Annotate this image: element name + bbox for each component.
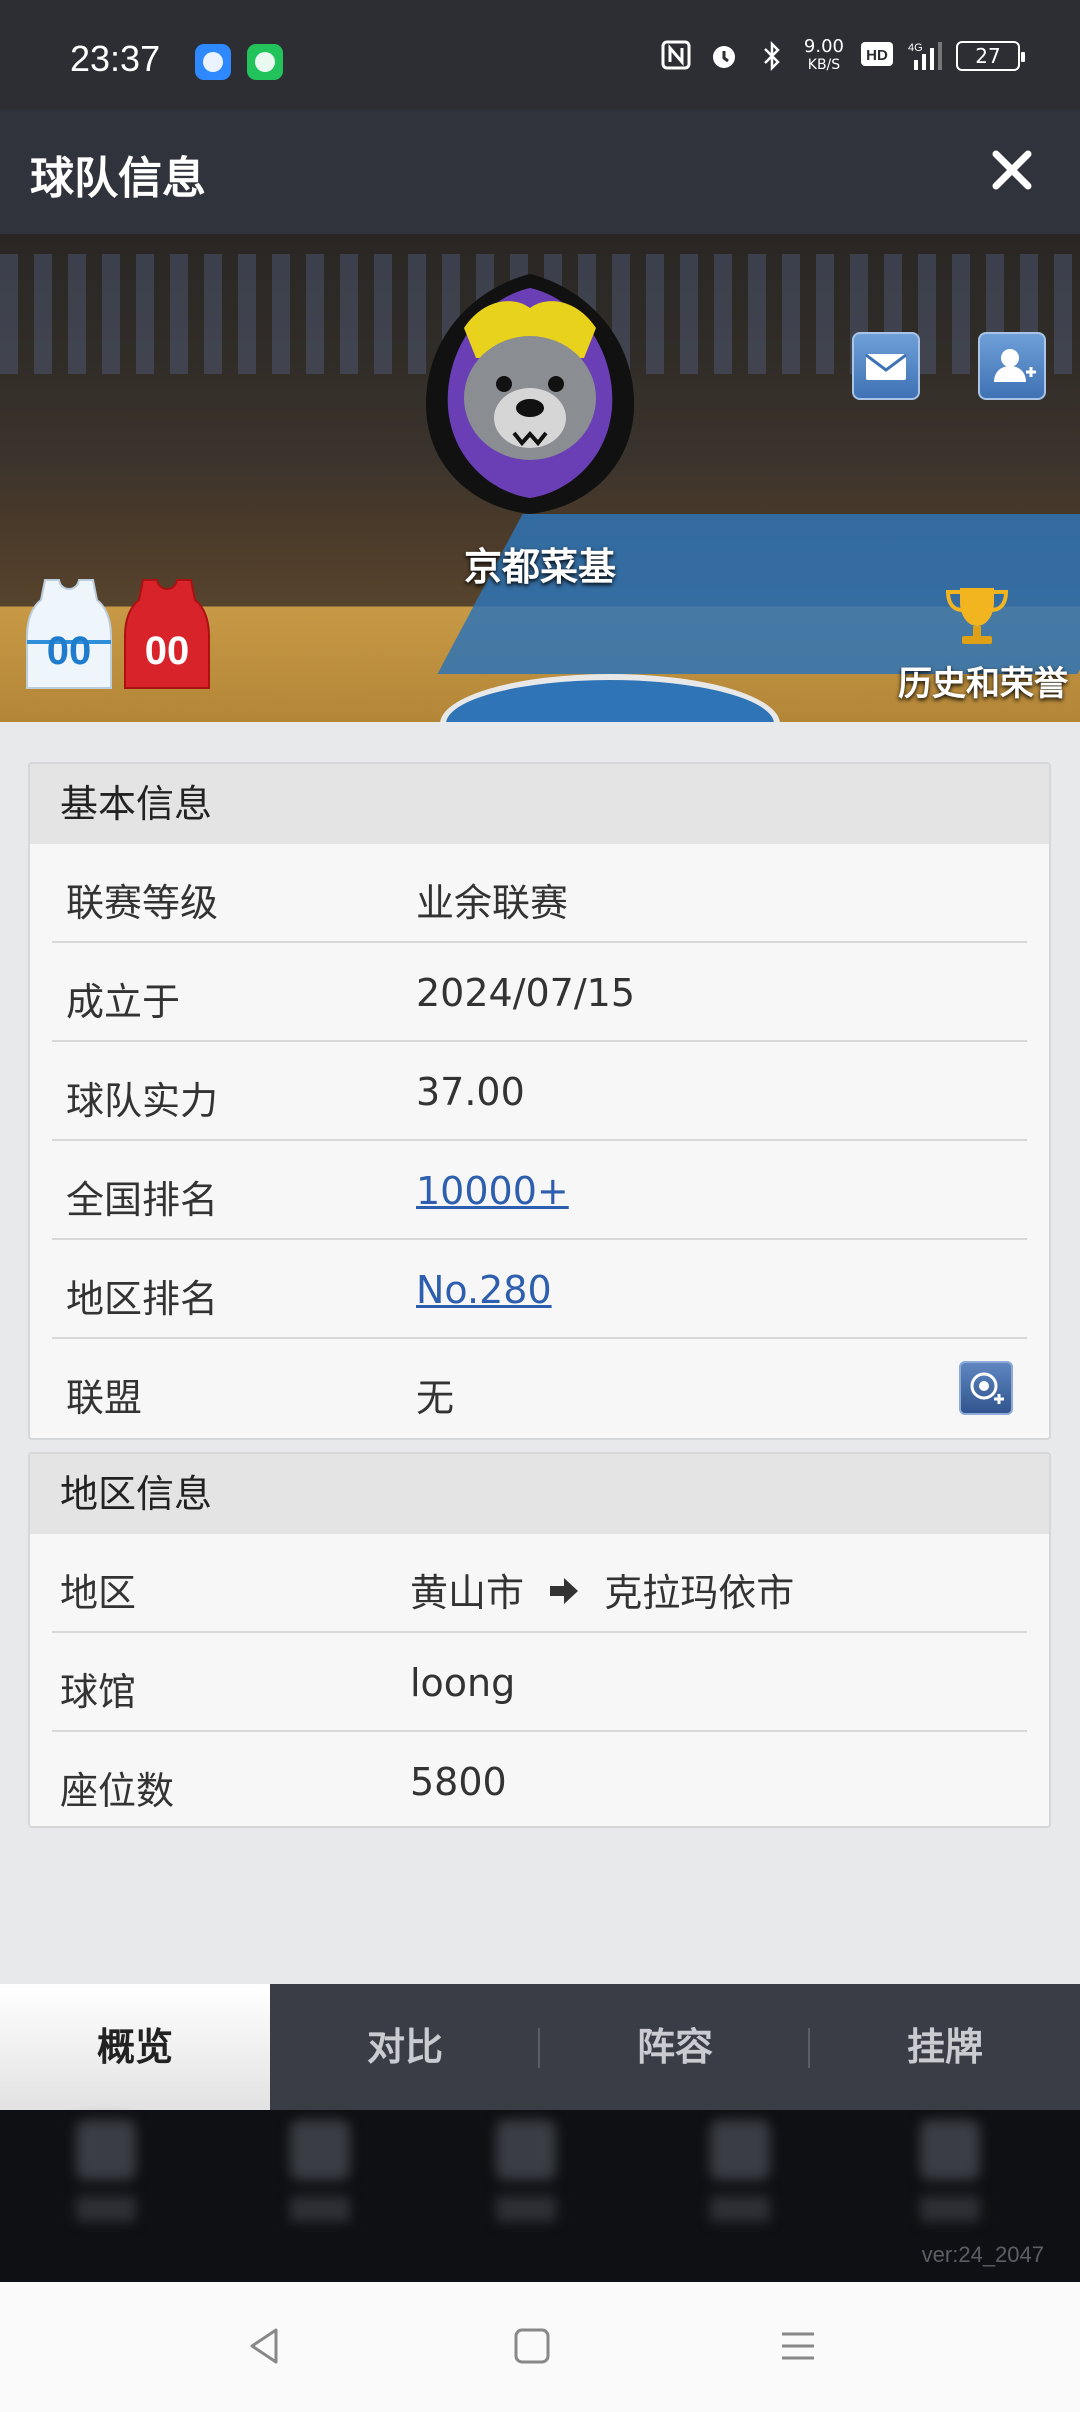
info-value: 5800: [410, 1760, 507, 1804]
home-jersey-icon: 00: [26, 579, 112, 689]
info-key: 球队实力: [66, 1079, 219, 1123]
status-icons: 9.00 KB/S HD 4G 27: [660, 36, 1025, 74]
national-rank-link[interactable]: 10000+: [416, 1169, 569, 1213]
home-nav-icon[interactable]: [510, 2324, 554, 2368]
svg-text:HD: HD: [866, 47, 888, 64]
info-key: 座位数: [60, 1769, 175, 1813]
title-bar: 球队信息: [0, 110, 1080, 234]
close-button[interactable]: [980, 138, 1044, 202]
info-key: 成立于: [66, 980, 181, 1024]
info-row-founded: 成立于 2024/07/15: [52, 943, 1027, 1042]
alliance-add-icon: [970, 1372, 1004, 1404]
away-jersey-icon: 00: [124, 579, 210, 689]
signal-4g-icon: 4G: [908, 40, 942, 72]
info-row-team-strength: 球队实力 37.00: [52, 1042, 1027, 1141]
region-from: 黄山市: [410, 1571, 525, 1615]
mail-button[interactable]: [852, 332, 920, 400]
info-row-arena: 球馆 loong: [52, 1633, 1027, 1732]
version-label: ver:24_2047: [921, 2242, 1044, 2267]
basic-info-title: 基本信息: [30, 764, 1049, 844]
info-key: 联赛等级: [66, 881, 219, 925]
away-jersey-number: 00: [145, 629, 190, 673]
info-value: 无: [416, 1376, 455, 1420]
tab-overview[interactable]: 概览: [0, 1984, 270, 2110]
background-nav-blurred: ver:24_2047: [0, 2110, 1080, 2282]
arrow-right-icon: [548, 1571, 580, 1615]
region-info-title: 地区信息: [30, 1454, 1049, 1534]
team-info-content: 基本信息 联赛等级 业余联赛 成立于 2024/07/15 球队实力 37.00…: [0, 722, 1080, 1984]
add-user-icon: [994, 349, 1036, 382]
info-row-seats: 座位数 5800: [52, 1732, 1027, 1826]
region-value: 黄山市 克拉玛依市: [410, 1562, 794, 1617]
team-logo: [425, 274, 635, 514]
bluetooth-icon: [756, 40, 788, 72]
team-tabs: 概览 对比 阵容 挂牌: [0, 1984, 1080, 2110]
info-key: 全国排名: [66, 1178, 219, 1222]
svg-text:4G: 4G: [908, 42, 923, 54]
menu-nav-icon[interactable]: [776, 2324, 820, 2368]
info-value: 业余联赛: [416, 881, 569, 925]
info-value: loong: [410, 1661, 516, 1705]
nfc-icon: [660, 40, 692, 72]
app-notification-icon: [195, 44, 231, 80]
network-speed: 9.00 KB/S: [803, 36, 844, 74]
add-friend-button[interactable]: [978, 332, 1046, 400]
home-jersey-number: 00: [47, 629, 92, 673]
info-key: 地区排名: [66, 1277, 219, 1321]
info-key: 联盟: [66, 1376, 143, 1420]
trophy-icon: [945, 588, 1009, 644]
info-row-region: 地区 黄山市 克拉玛依市: [52, 1534, 1027, 1633]
region-to: 克拉玛依市: [604, 1571, 795, 1615]
info-value: 37.00: [416, 1070, 525, 1114]
status-time: 23:37: [70, 38, 161, 79]
info-value: 2024/07/15: [416, 971, 636, 1015]
info-key: 球馆: [60, 1670, 137, 1714]
info-row-alliance: 联盟 无: [52, 1339, 1027, 1438]
basic-info-card: 基本信息 联赛等级 业余联赛 成立于 2024/07/15 球队实力 37.00…: [28, 762, 1051, 1440]
info-key: 地区: [60, 1571, 137, 1615]
tab-listing[interactable]: 挂牌: [810, 1984, 1080, 2110]
page-title: 球队信息: [30, 153, 206, 204]
region-info-card: 地区信息 地区 黄山市 克拉玛依市 球馆 loong 座位数 5800: [28, 1452, 1051, 1828]
alarm-icon: [708, 40, 740, 72]
mail-icon: [865, 353, 907, 380]
hd-icon: HD: [860, 40, 893, 72]
alliance-join-button[interactable]: [959, 1361, 1013, 1415]
info-row-national-rank: 全国排名 10000+: [52, 1141, 1027, 1240]
system-nav-bar: [0, 2282, 1080, 2412]
honors-label: 历史和荣誉: [898, 664, 1068, 704]
regional-rank-link[interactable]: No.280: [416, 1268, 552, 1312]
info-row-league-level: 联赛等级 业余联赛: [52, 844, 1027, 943]
wechat-icon: [247, 44, 283, 80]
tab-compare[interactable]: 对比: [270, 1984, 540, 2110]
close-icon: [992, 150, 1032, 190]
info-row-regional-rank: 地区排名 No.280: [52, 1240, 1027, 1339]
battery-icon: 27: [956, 41, 1025, 71]
tab-roster[interactable]: 阵容: [540, 1984, 810, 2110]
back-nav-icon[interactable]: [242, 2324, 286, 2368]
status-bar: 23:37 9.00 KB/S HD 4G 27: [0, 0, 1080, 110]
